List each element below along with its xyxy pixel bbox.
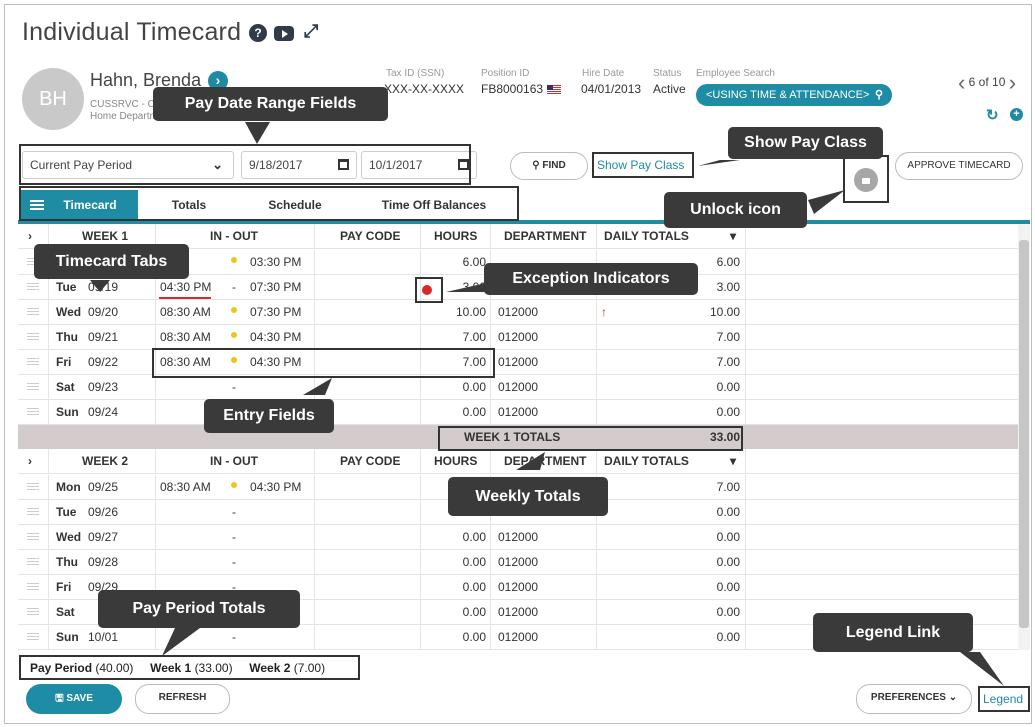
callout-weekly-totals: Weekly Totals (448, 477, 608, 516)
callout-show-pay-class: Show Pay Class (728, 127, 883, 159)
callout-entry-fields: Entry Fields (204, 399, 334, 433)
callout-unlock-icon: Unlock icon (664, 192, 807, 228)
callout-pay-date-range: Pay Date Range Fields (153, 87, 388, 121)
callout-exception-indicators: Exception Indicators (484, 263, 698, 295)
callout-pay-period-totals: Pay Period Totals (98, 590, 300, 628)
callout-timecard-tabs: Timecard Tabs (34, 244, 189, 279)
callout-legend-link: Legend Link (813, 613, 973, 652)
